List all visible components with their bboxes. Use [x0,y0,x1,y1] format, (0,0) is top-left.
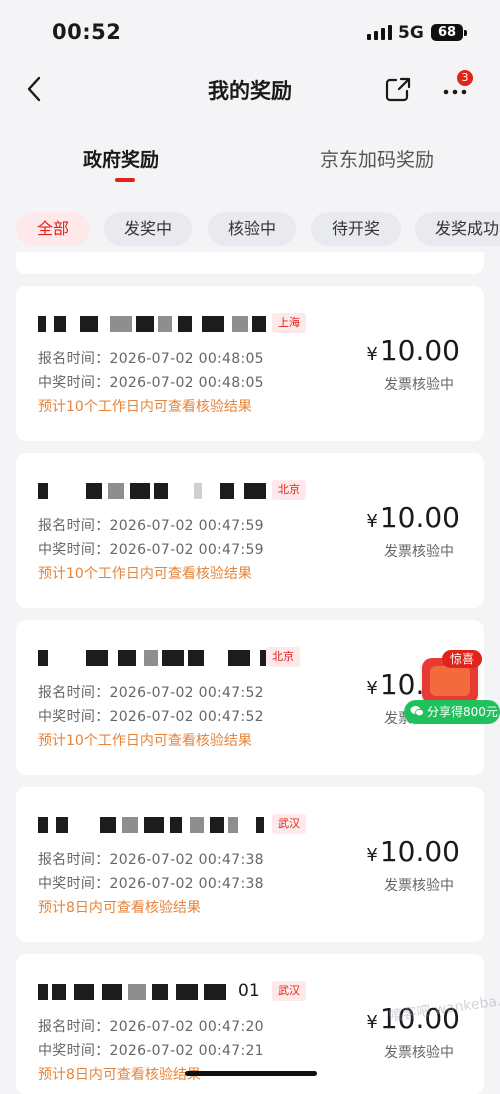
currency-symbol: ¥ [366,845,378,866]
signup-time: 报名时间：2026-07-02 00:47:52 [38,685,264,701]
filter-verifying[interactable]: 核验中 [208,212,296,246]
wechat-icon [410,706,424,717]
status-time: 00:52 [52,20,122,44]
status-bar: 00:52 5G 68 [0,0,500,60]
reward-status: 发票核验中 [384,544,454,560]
city-tag: 武汉 [272,981,306,1001]
share-reward-label: 分享得800元 [427,705,498,719]
notification-badge: 3 [457,70,473,86]
signup-time: 报名时间：2026-07-02 00:47:20 [38,1019,264,1035]
reward-card[interactable]: 武汉 报名时间：2026-07-02 00:47:38 中奖时间：2026-07… [16,787,484,942]
verify-hint: 预计8日内可查看核验结果 [38,900,201,916]
surprise-tag: 惊喜 [442,650,483,668]
currency-symbol: ¥ [366,511,378,532]
home-indicator [185,1071,317,1076]
reward-amount: ¥10.00 [366,334,460,367]
filter-awarding[interactable]: 发奖中 [104,212,192,246]
redacted-product-name [38,312,268,334]
cellular-signal-icon [367,25,392,40]
product-name-suffix: 01 [238,981,260,1001]
page-title: 我的奖励 [208,79,292,103]
battery-icon: 68 [431,24,467,41]
win-time: 中奖时间：2026-07-02 00:47:21 [38,1043,264,1059]
signup-time: 报名时间：2026-07-02 00:47:59 [38,518,264,534]
currency-symbol: ¥ [366,678,378,699]
tab-government-reward[interactable]: 政府奖励 [83,145,159,172]
reward-amount: ¥10.00 [366,835,460,868]
verify-hint: 预计10个工作日内可查看核验结果 [38,399,252,415]
redacted-product-name [38,479,268,501]
reward-status: 发票核验中 [384,377,454,393]
signup-time: 报名时间：2026-07-02 00:47:38 [38,852,264,868]
nav-bar: 我的奖励 [0,60,500,120]
redacted-product-name [38,813,268,835]
verify-hint: 预计10个工作日内可查看核验结果 [38,733,252,749]
filter-chips: 全部 发奖中 核验中 待开奖 发奖成功 [0,212,500,248]
currency-symbol: ¥ [366,344,378,365]
city-tag: 北京 [272,480,306,500]
city-tag: 上海 [272,313,306,333]
redacted-product-name [38,646,268,668]
amount-value: 10.00 [379,835,460,868]
verify-hint: 预计8日内可查看核验结果 [38,1067,201,1083]
share-reward-button[interactable]: 分享得800元 [404,700,500,724]
tab-active-indicator [115,178,135,182]
win-time: 中奖时间：2026-07-02 00:47:38 [38,876,264,892]
amount-value: 10.00 [379,334,460,367]
share-promo-widget[interactable]: 惊喜 分享得800元 [404,648,500,728]
tab-jd-bonus-reward[interactable]: 京东加码奖励 [320,145,434,172]
win-time: 中奖时间：2026-07-02 00:47:59 [38,542,264,558]
reward-card-partial [16,252,484,274]
share-icon[interactable] [384,75,412,103]
filter-pending-draw[interactable]: 待开奖 [311,212,401,246]
reward-status: 发票核验中 [384,1045,454,1061]
win-time: 中奖时间：2026-07-02 00:47:52 [38,709,264,725]
filter-award-success[interactable]: 发奖成功 [415,212,500,246]
reward-card[interactable]: 上海 报名时间：2026-07-02 00:48:05 中奖时间：2026-07… [16,286,484,441]
filter-all[interactable]: 全部 [16,212,90,246]
currency-symbol: ¥ [366,1012,378,1033]
network-type: 5G [398,23,424,43]
win-time: 中奖时间：2026-07-02 00:48:05 [38,375,264,391]
reward-tabs: 政府奖励 京东加码奖励 [0,130,500,190]
signup-time: 报名时间：2026-07-02 00:48:05 [38,351,264,367]
verify-hint: 预计10个工作日内可查看核验结果 [38,566,252,582]
city-tag: 北京 [266,647,300,667]
redacted-product-name [38,980,268,1002]
reward-status: 发票核验中 [384,878,454,894]
reward-amount: ¥10.00 [366,501,460,534]
amount-value: 10.00 [379,501,460,534]
reward-card[interactable]: 北京 报名时间：2026-07-02 00:47:59 中奖时间：2026-07… [16,453,484,608]
city-tag: 武汉 [272,814,306,834]
